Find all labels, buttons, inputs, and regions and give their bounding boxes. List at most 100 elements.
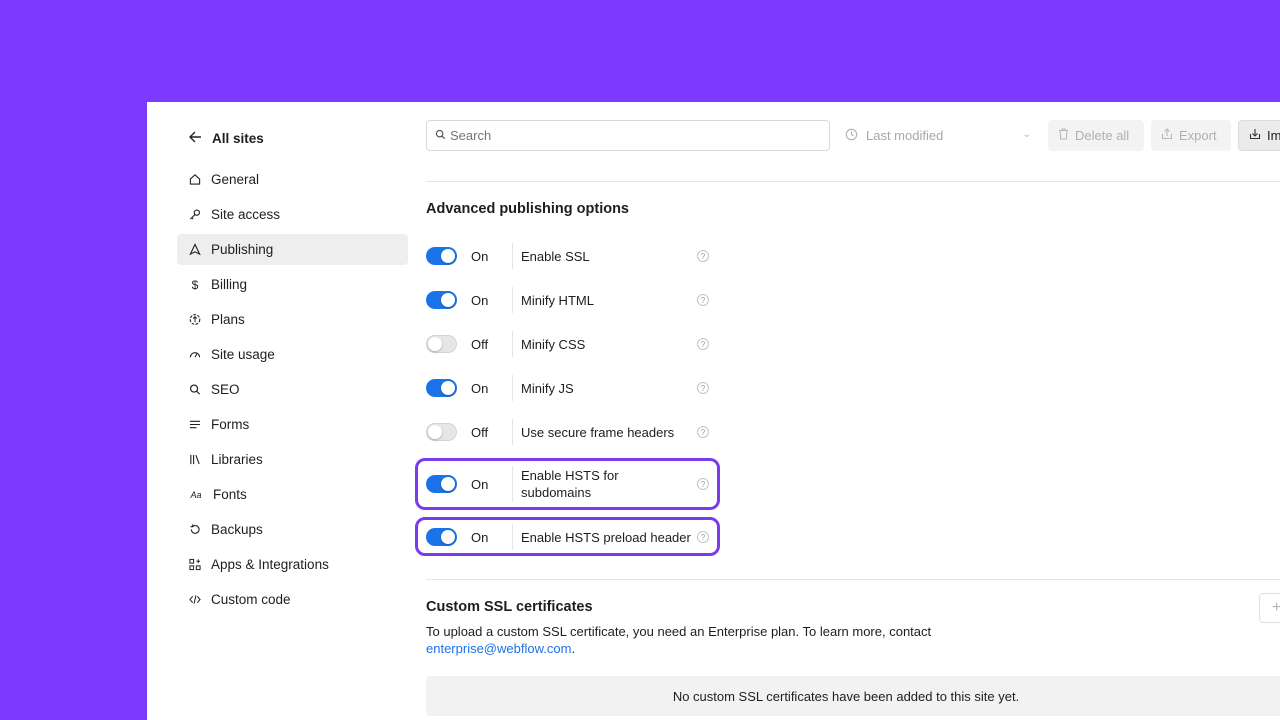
backup-icon	[189, 523, 201, 537]
sidebar-item-forms[interactable]: Forms	[177, 409, 408, 440]
toggle-knob	[441, 477, 455, 491]
option-label: Minify HTML	[521, 292, 594, 308]
sidebar-item-backups[interactable]: Backups	[177, 514, 408, 545]
divider	[512, 331, 513, 357]
toggle-switch[interactable]	[426, 379, 457, 397]
home-icon	[189, 173, 201, 187]
toggle-state: On	[471, 380, 489, 396]
sidebar-item-label: Custom code	[211, 592, 291, 607]
toggle-switch[interactable]	[426, 475, 457, 493]
option-label: Minify CSS	[521, 336, 586, 352]
sidebar-item-label: Fonts	[213, 487, 247, 502]
sidebar-item-label: Publishing	[211, 242, 274, 257]
forms-icon	[189, 418, 201, 432]
trash-icon	[1058, 128, 1069, 143]
fonts-icon: Aa	[190, 489, 202, 500]
option-label: Enable HSTS for subdomains	[521, 468, 619, 500]
sidebar-item-label: SEO	[211, 382, 240, 397]
help-icon[interactable]: ?	[697, 478, 709, 490]
export-button[interactable]: Export	[1151, 120, 1231, 151]
ssl-section-title: Custom SSL certificates	[426, 599, 593, 615]
delete-all-button[interactable]: Delete all	[1048, 120, 1144, 151]
arrow-left-icon	[189, 131, 202, 146]
divider	[426, 579, 1280, 580]
divider	[512, 466, 513, 502]
option-label: Enable HSTS preload header	[521, 529, 691, 545]
toolbar: Last modified ⌄ Delete all Export Im	[426, 120, 1280, 152]
ssl-description-end: .	[571, 641, 576, 656]
toggle-state: On	[471, 292, 489, 308]
toggle-knob	[441, 249, 455, 263]
divider	[512, 375, 513, 401]
toggle-switch[interactable]	[426, 291, 457, 309]
sidebar-item-plans[interactable]: Plans	[177, 304, 408, 335]
sidebar-item-billing[interactable]: $ Billing	[177, 269, 408, 300]
add-certificate-button[interactable]: +	[1259, 593, 1280, 623]
sidebar-item-general[interactable]: General	[177, 164, 408, 195]
option-label: Minify JS	[521, 380, 574, 396]
enterprise-email-link[interactable]: enterprise@webflow.com	[426, 641, 571, 656]
code-icon	[189, 593, 201, 607]
divider	[512, 287, 513, 313]
toggle-knob	[441, 381, 455, 395]
sidebar-item-label: Backups	[211, 522, 263, 537]
ssl-description: To upload a custom SSL certificate, you …	[426, 623, 966, 657]
sidebar-item-seo[interactable]: SEO	[177, 374, 408, 405]
toggle-knob	[428, 425, 442, 439]
sidebar-nav: General Site access Publishing $ Billing…	[177, 164, 408, 619]
export-label: Export	[1179, 128, 1217, 143]
sort-label: Last modified	[866, 128, 944, 143]
sort-dropdown[interactable]: Last modified ⌄	[841, 120, 1037, 151]
divider	[512, 419, 513, 445]
apps-icon	[189, 558, 201, 572]
search-icon	[189, 383, 201, 397]
export-icon	[1161, 128, 1173, 143]
option-minify-css: Off Minify CSS ?	[426, 331, 716, 357]
option-minify-html: On Minify HTML ?	[426, 287, 716, 313]
sidebar-item-label: Site usage	[211, 347, 275, 362]
sidebar-item-label: Apps & Integrations	[211, 557, 329, 572]
empty-certificates-message: No custom SSL certificates have been add…	[426, 676, 1280, 716]
empty-message-text: No custom SSL certificates have been add…	[672, 688, 1020, 704]
sidebar-item-custom-code[interactable]: Custom code	[177, 584, 408, 615]
sidebar-item-publishing[interactable]: Publishing	[177, 234, 408, 265]
toggle-knob	[428, 337, 442, 351]
sidebar-item-fonts[interactable]: Aa Fonts	[177, 479, 408, 510]
toggle-switch[interactable]	[426, 423, 457, 441]
libraries-icon	[189, 453, 201, 467]
dollar-icon: $	[191, 277, 199, 292]
help-icon[interactable]: ?	[697, 382, 709, 394]
toggle-switch[interactable]	[426, 247, 457, 265]
toggle-state: On	[471, 529, 489, 545]
help-icon[interactable]: ?	[697, 338, 709, 350]
import-icon	[1249, 128, 1261, 143]
sidebar-item-apps-integrations[interactable]: Apps & Integrations	[177, 549, 408, 580]
main-content: Last modified ⌄ Delete all Export Im	[415, 102, 1280, 720]
sidebar-item-label: Plans	[211, 312, 245, 327]
toggle-switch[interactable]	[426, 335, 457, 353]
toggle-switch[interactable]	[426, 528, 457, 546]
option-hsts-preload: On Enable HSTS preload header ?	[426, 524, 716, 550]
ssl-description-text: To upload a custom SSL certificate, you …	[426, 624, 932, 639]
option-label: Use secure frame headers	[521, 424, 675, 440]
sidebar-item-site-usage[interactable]: Site usage	[177, 339, 408, 370]
sidebar-item-label: Billing	[211, 277, 248, 292]
toggle-state: On	[471, 248, 489, 264]
search-input[interactable]	[450, 128, 810, 143]
help-icon[interactable]: ?	[697, 294, 709, 306]
divider	[426, 181, 1280, 182]
import-button[interactable]: Im	[1238, 120, 1280, 151]
sidebar-item-libraries[interactable]: Libraries	[177, 444, 408, 475]
help-icon[interactable]: ?	[697, 531, 709, 543]
toggle-state: On	[471, 476, 489, 492]
toggle-state: Off	[471, 424, 489, 440]
help-icon[interactable]: ?	[697, 426, 709, 438]
help-icon[interactable]: ?	[697, 250, 709, 262]
settings-panel: All sites General Site access Publishing…	[147, 102, 1280, 720]
sidebar-item-label: Libraries	[211, 452, 263, 467]
plans-icon	[189, 313, 201, 327]
sidebar-item-site-access[interactable]: Site access	[177, 199, 408, 230]
toggle-knob	[441, 530, 455, 544]
clock-icon	[845, 128, 858, 144]
back-to-all-sites-link[interactable]: All sites	[189, 128, 264, 148]
